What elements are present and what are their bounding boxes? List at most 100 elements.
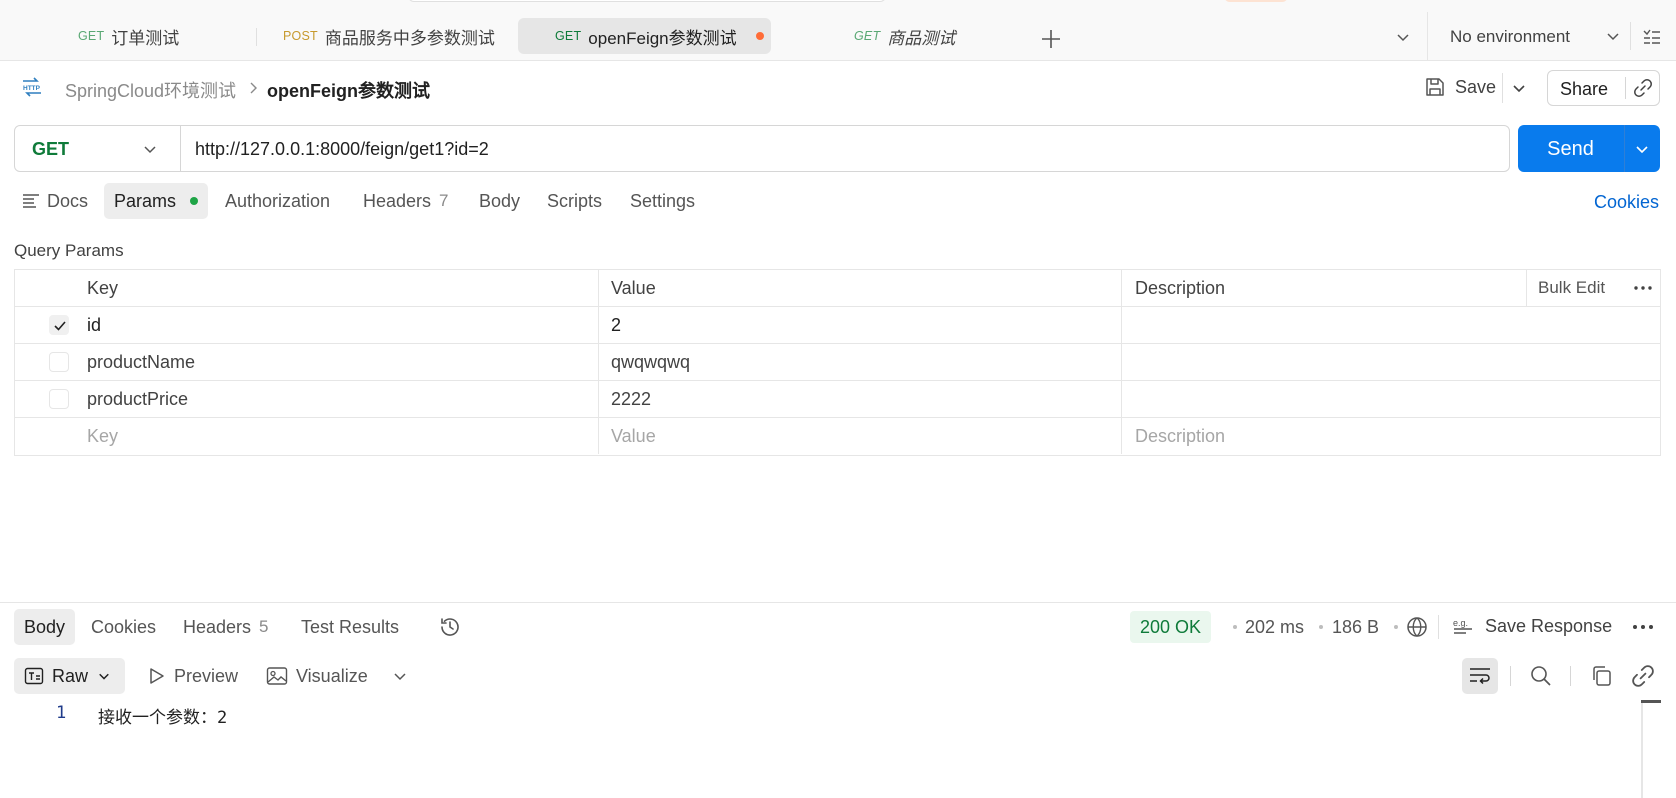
response-body[interactable]: 1 接收一个参数：2	[14, 700, 1640, 798]
svg-text:HTTP: HTTP	[23, 85, 41, 92]
copy-icon[interactable]	[1590, 664, 1614, 688]
save-icon	[1426, 78, 1444, 96]
tab-docs[interactable]: Docs	[22, 183, 88, 219]
visualize-button[interactable]: Visualize	[266, 658, 368, 694]
play-icon	[150, 668, 164, 684]
param-value[interactable]: qwqwqwq	[611, 344, 690, 380]
bulk-edit-button[interactable]: Bulk Edit	[1538, 270, 1605, 306]
environment-chevron-icon[interactable]	[1606, 29, 1620, 43]
save-options-chevron-icon[interactable]	[1512, 81, 1526, 95]
query-params-title: Query Params	[14, 241, 124, 260]
query-params-table: Key Value Description Bulk Edit id 2 pro…	[14, 269, 1661, 456]
wrap-lines-button[interactable]	[1462, 658, 1498, 694]
save-button[interactable]: Save	[1420, 70, 1500, 104]
param-checkbox[interactable]	[49, 352, 69, 372]
meta-separator-dot	[1319, 625, 1323, 629]
tab-params[interactable]: Params	[104, 183, 209, 219]
new-value-input[interactable]: Value	[611, 418, 656, 454]
tab-title: 商品服务中多参数测试	[324, 28, 495, 48]
response-divider[interactable]	[0, 602, 1676, 603]
tab-divider	[256, 28, 257, 46]
meta-separator-dot	[1233, 625, 1237, 629]
response-scrollbar[interactable]	[1641, 700, 1643, 798]
method-label: GET	[32, 139, 70, 159]
tab-body[interactable]: Body	[479, 183, 520, 219]
link-icon[interactable]	[1631, 664, 1655, 688]
globe-icon[interactable]	[1406, 616, 1428, 638]
share-button[interactable]: Share	[1560, 79, 1608, 100]
param-key[interactable]: productPrice	[87, 381, 188, 417]
tabs-overflow-chevron-icon[interactable]	[1396, 30, 1410, 44]
preview-button[interactable]: Preview	[146, 658, 238, 694]
save-divider	[1502, 73, 1503, 103]
param-value[interactable]: 2222	[611, 381, 651, 417]
environment-quicklook-icon[interactable]	[1643, 28, 1661, 46]
add-tab-icon[interactable]	[1040, 28, 1062, 50]
param-checkbox[interactable]	[49, 315, 69, 335]
copy-link-icon[interactable]	[1633, 78, 1653, 98]
response-more-icon[interactable]	[1632, 624, 1654, 630]
cookies-link[interactable]: Cookies	[1594, 192, 1659, 213]
environment-select[interactable]: No environment	[1450, 27, 1570, 47]
tab-authorization[interactable]: Authorization	[225, 183, 330, 219]
tab-authorization-label: Authorization	[225, 190, 331, 211]
visualize-label: Visualize	[296, 665, 368, 686]
svg-text:e.g.: e.g.	[1453, 618, 1468, 628]
send-options-chevron-icon[interactable]	[1635, 142, 1649, 156]
resp-tab-cookies-label: Cookies	[91, 616, 157, 637]
preview-label: Preview	[174, 665, 239, 686]
scrollbar-thumb[interactable]	[1641, 700, 1661, 703]
top-strip	[0, 0, 1676, 12]
column-value: Value	[611, 278, 656, 298]
share-divider	[1625, 77, 1626, 99]
status-badge[interactable]: 200 OK	[1130, 611, 1212, 643]
more-options-icon[interactable]	[1633, 278, 1653, 298]
search-bar-edge[interactable]	[408, 0, 886, 2]
send-button[interactable]: Send	[1518, 125, 1660, 172]
new-description-input[interactable]: Description	[1135, 418, 1225, 454]
image-icon	[266, 667, 288, 685]
http-request-icon: HTTP	[23, 77, 41, 97]
format-select[interactable]: Raw	[14, 658, 125, 694]
tab-product-test[interactable]: GET 商品测试	[854, 18, 955, 54]
tab-multi-param-test[interactable]: POST 商品服务中多参数测试	[283, 18, 495, 54]
tab-headers-label: Headers	[363, 190, 432, 211]
tab-scripts[interactable]: Scripts	[547, 183, 602, 219]
resp-tab-body[interactable]: Body	[14, 609, 76, 645]
tab-docs-label: Docs	[47, 190, 89, 211]
param-value[interactable]: 2	[611, 307, 621, 343]
request-tab-bar: GET 订单测试 POST 商品服务中多参数测试 GET openFeign参数…	[0, 12, 1676, 61]
toolbar-divider	[1570, 666, 1571, 686]
unsaved-dot	[755, 32, 764, 40]
tab-openfeign-test[interactable]: GET openFeign参数测试	[518, 18, 771, 54]
response-size[interactable]: 186 B	[1332, 617, 1379, 638]
save-response-button[interactable]: e.g. Save Response	[1452, 615, 1612, 637]
breadcrumb: HTTP SpringCloud环境测试 openFeign参数测试 Save …	[0, 62, 1676, 114]
tab-headers[interactable]: Headers 7	[363, 183, 449, 219]
method-select[interactable]: GET	[15, 126, 181, 171]
meta-separator-dot	[1394, 625, 1398, 629]
history-icon[interactable]	[438, 615, 462, 639]
resp-tab-headers[interactable]: Headers 5	[183, 609, 269, 645]
search-icon[interactable]	[1529, 664, 1553, 688]
resp-headers-count: 5	[259, 617, 269, 636]
breadcrumb-request[interactable]: openFeign参数测试	[267, 77, 430, 103]
tab-order-test[interactable]: GET 订单测试	[78, 18, 179, 54]
tab-title: 订单测试	[111, 28, 180, 48]
env-icon-divider	[1630, 22, 1631, 50]
url-input[interactable]: http://127.0.0.1:8000/feign/get1?id=2	[195, 139, 489, 160]
param-key[interactable]: productName	[87, 344, 195, 380]
param-key[interactable]: id	[87, 307, 101, 343]
response-time[interactable]: 202 ms	[1245, 617, 1304, 638]
share-button-group: Share	[1547, 70, 1660, 106]
tab-settings[interactable]: Settings	[630, 183, 695, 219]
resp-tab-cookies[interactable]: Cookies	[91, 609, 156, 645]
new-key-input[interactable]: Key	[87, 418, 118, 454]
response-line[interactable]: 接收一个参数：2	[98, 703, 227, 728]
breadcrumb-collection[interactable]: SpringCloud环境测试	[65, 77, 236, 103]
visualize-chevron-icon[interactable]	[393, 669, 407, 683]
upgrade-badge-edge[interactable]	[1224, 0, 1288, 2]
param-checkbox[interactable]	[49, 389, 69, 409]
resp-tab-test-results[interactable]: Test Results	[301, 609, 399, 645]
tab-method: GET	[78, 29, 105, 43]
